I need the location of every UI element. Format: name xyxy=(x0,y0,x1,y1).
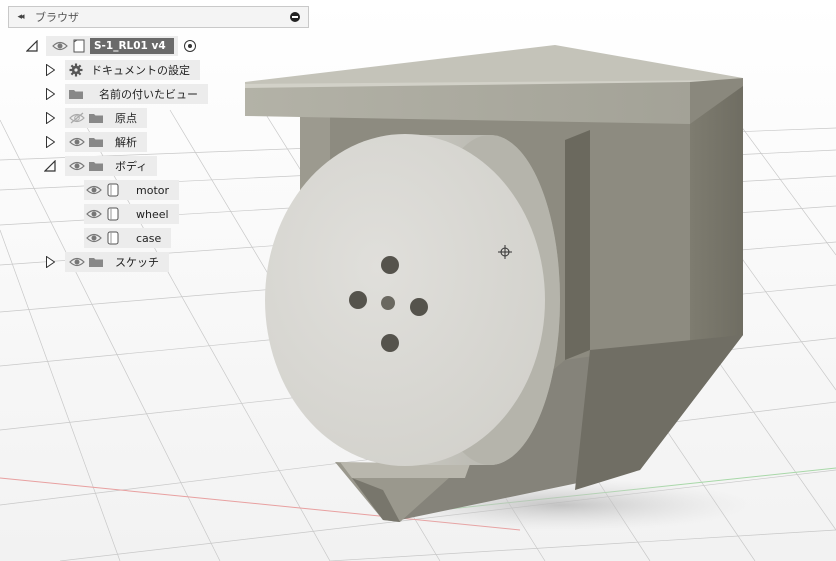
body-label: wheel xyxy=(136,207,169,221)
browser-panel-header: ◂◂ ブラウザ xyxy=(8,6,309,28)
body-item-wheel[interactable]: wheel xyxy=(84,204,179,224)
body-icon xyxy=(104,183,122,197)
visibility-eye-icon[interactable] xyxy=(67,255,87,269)
gear-icon xyxy=(67,63,85,77)
browser-item-label: 解析 xyxy=(115,136,137,149)
browser-item-bodies[interactable]: ボディ xyxy=(43,156,158,176)
visibility-eye-icon[interactable] xyxy=(84,183,104,197)
expand-toggle-icon[interactable] xyxy=(46,136,55,148)
collapse-panel-button[interactable]: ◂◂ xyxy=(9,12,31,22)
root-component-node[interactable]: S-1_RL01 v4 xyxy=(25,36,196,56)
browser-item-label: ドキュメントの設定 xyxy=(91,64,190,77)
body-label: case xyxy=(136,231,162,245)
browser-item-origin[interactable]: 原点 xyxy=(46,108,147,128)
browser-title: ブラウザ xyxy=(35,11,79,24)
visibility-eye-icon[interactable] xyxy=(67,135,87,149)
expand-toggle-icon[interactable] xyxy=(46,64,55,76)
expand-toggle-icon[interactable] xyxy=(46,256,55,268)
browser-item-document-settings[interactable]: ドキュメントの設定 xyxy=(46,60,200,80)
folder-icon xyxy=(87,159,105,173)
expand-toggle-icon[interactable] xyxy=(46,112,55,124)
root-component-label: S-1_RL01 v4 xyxy=(90,38,174,54)
folder-icon xyxy=(87,135,105,149)
collapse-toggle-icon[interactable] xyxy=(43,159,56,172)
visibility-eye-icon[interactable] xyxy=(50,39,70,53)
expand-toggle-icon[interactable] xyxy=(25,39,38,52)
body-item-motor[interactable]: motor xyxy=(84,180,180,200)
body-label: motor xyxy=(136,183,170,197)
body-item-case[interactable]: case xyxy=(84,228,172,248)
visibility-eye-icon[interactable] xyxy=(84,207,104,221)
browser-item-label: 原点 xyxy=(115,112,137,125)
browser-item-sketches[interactable]: スケッチ xyxy=(46,252,169,272)
body-icon xyxy=(104,231,122,245)
folder-icon xyxy=(67,87,85,101)
panel-options-icon[interactable] xyxy=(290,12,300,22)
expand-toggle-icon[interactable] xyxy=(46,88,55,100)
browser-item-label: ボディ xyxy=(115,160,148,173)
browser-item-named-views[interactable]: 名前の付いたビュー xyxy=(46,84,208,104)
visibility-eye-icon[interactable] xyxy=(67,159,87,173)
component-icon xyxy=(70,39,88,53)
activate-component-radio[interactable] xyxy=(183,40,196,52)
wheel-body[interactable] xyxy=(265,134,560,466)
body-icon xyxy=(104,207,122,221)
browser-item-label: 名前の付いたビュー xyxy=(99,88,198,101)
browser-item-label: スケッチ xyxy=(115,256,159,269)
visibility-eye-icon[interactable] xyxy=(84,231,104,245)
hidden-eye-icon[interactable] xyxy=(67,111,87,125)
folder-icon xyxy=(87,111,105,125)
folder-icon xyxy=(87,255,105,269)
browser-item-analysis[interactable]: 解析 xyxy=(46,132,147,152)
